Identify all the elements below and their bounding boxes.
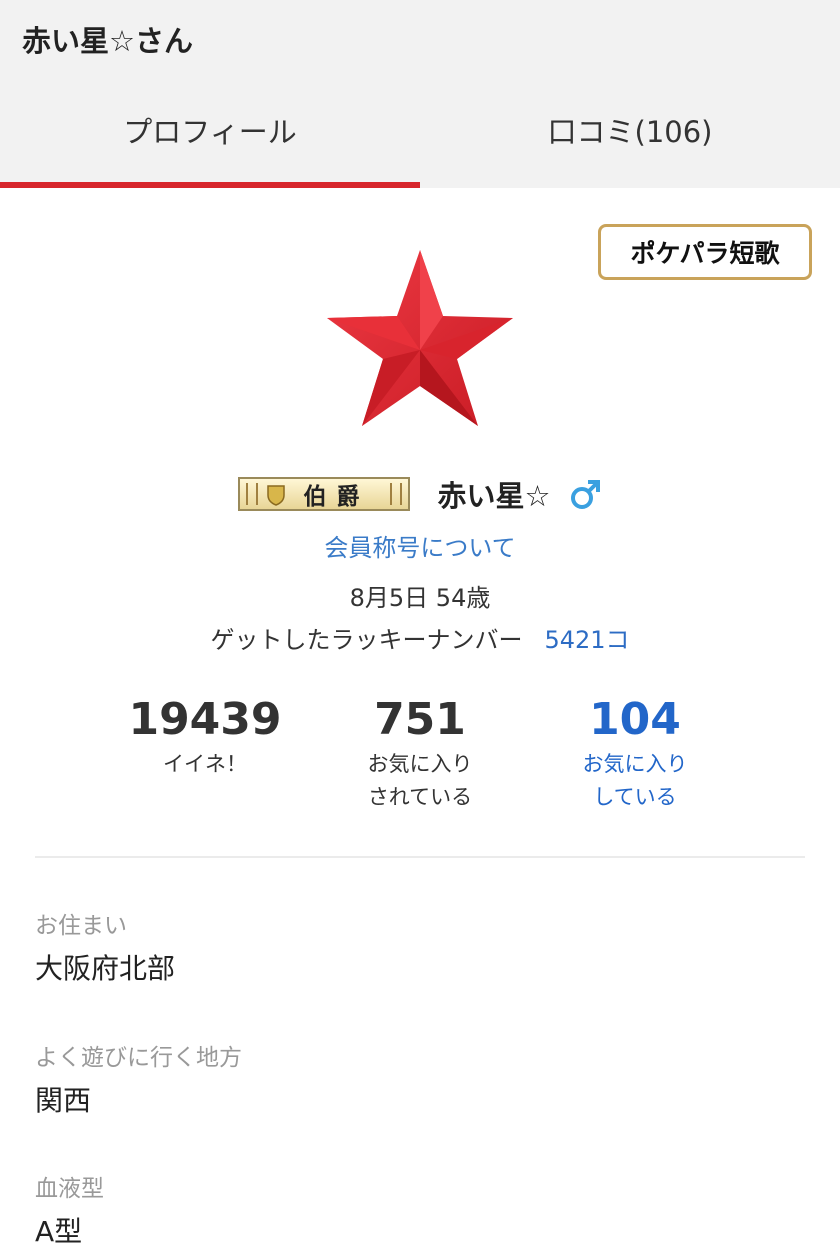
stat-favorited-by: 751 お気に入り されている: [310, 694, 530, 814]
rank-badge: 伯爵: [237, 477, 410, 511]
frequent-region-value: 関西: [35, 1084, 92, 1117]
tab-reviews[interactable]: 口コミ(106): [420, 80, 840, 188]
stat-likes-value: 19439: [128, 694, 282, 745]
stat-favorited-by-label-line2: されている: [367, 785, 473, 809]
male-symbol-icon: [570, 480, 600, 509]
lucky-number-label: ゲットしたラッキーナンバー: [210, 626, 523, 654]
tab-bar: プロフィール 口コミ(106): [0, 80, 840, 188]
blood-type-value: A型: [35, 1215, 83, 1248]
stat-favorited-by-value: 751: [374, 694, 466, 745]
birthday-age: 8月5日 54歳: [349, 584, 491, 612]
poke-para-tanka-button[interactable]: ポケパラ短歌: [598, 224, 812, 280]
frequent-region-label: よく遊びに行く地方: [35, 1045, 242, 1071]
badge-ornament-left: [245, 483, 258, 505]
blood-type-label: 血液型: [35, 1176, 104, 1202]
stat-likes: 19439 イイネ！: [95, 694, 315, 781]
stat-favoriting-label-line1[interactable]: お気に入り: [525, 748, 745, 781]
member-title-link[interactable]: 会員称号について: [0, 528, 840, 563]
section-divider: [35, 856, 805, 858]
lucky-number-value[interactable]: 5421コ: [544, 620, 629, 655]
stat-favoriting-label-line2[interactable]: している: [525, 781, 745, 814]
profile-name-row: 伯爵 赤い星☆: [0, 470, 840, 518]
tab-profile[interactable]: プロフィール: [0, 80, 420, 188]
residence-label: お住まい: [35, 913, 127, 939]
residence-value: 大阪府北部: [35, 952, 176, 985]
lucky-number-row: ゲットしたラッキーナンバー 5421コ: [0, 620, 840, 655]
header: 赤い星☆さん プロフィール 口コミ(106): [0, 0, 840, 188]
badge-ornament-right: [389, 483, 402, 505]
page-title: 赤い星☆さん: [22, 24, 193, 58]
stat-favorited-by-label-line1: お気に入り: [367, 752, 473, 776]
red-star-avatar-icon: [327, 250, 513, 426]
rank-label: 伯爵: [303, 484, 370, 510]
user-name: 赤い星☆: [437, 479, 551, 513]
stat-likes-label: イイネ！: [163, 752, 247, 776]
stat-favoriting-value[interactable]: 104: [525, 694, 745, 746]
shield-icon: [266, 485, 285, 506]
stat-favoriting[interactable]: 104 お気に入り している: [525, 694, 745, 814]
